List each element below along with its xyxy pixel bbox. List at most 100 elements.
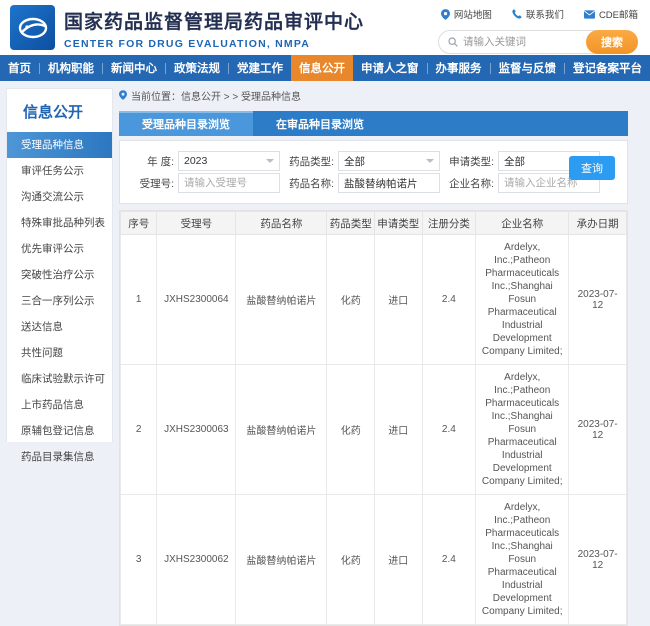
cell-apply-type: 进口 xyxy=(374,495,422,625)
drug-type-select[interactable]: 全部 xyxy=(338,151,440,171)
cell-acceptance-no: JXHS2300062 xyxy=(157,495,236,625)
main-content: 当前位置：信息公开 > > 受理品种信息 受理品种目录浏览 在审品种目录浏览 年… xyxy=(119,88,628,626)
cell-date: 2023-07-12 xyxy=(569,235,627,365)
accept-no-label: 受理号: xyxy=(126,176,174,191)
drug-type-select-value: 全部 xyxy=(344,154,365,169)
cell-date: 2023-07-12 xyxy=(569,495,627,625)
nav-item-supervision[interactable]: 监督与反馈 xyxy=(491,55,565,81)
cell-date: 2023-07-12 xyxy=(569,365,627,495)
header-right: 网站地图 联系我们 CDE邮箱 xyxy=(383,7,638,54)
cell-reg-class: 2.4 xyxy=(422,495,476,625)
sitemap-link[interactable]: 网站地图 xyxy=(441,7,492,21)
col-header-drug-name: 药品名称 xyxy=(236,212,327,235)
nav-item-functions[interactable]: 机构职能 xyxy=(40,55,102,81)
brand-block: 国家药品监督管理局药品审评中心 CENTER FOR DRUG EVALUATI… xyxy=(64,7,364,50)
results-table-container: 序号 受理号 药品名称 药品类型 申请类型 注册分类 企业名称 承办日期 1 J… xyxy=(119,210,628,626)
cell-index: 1 xyxy=(121,235,157,365)
sidebar-item-clinical-trial-approval[interactable]: 临床试验默示许可 xyxy=(7,366,112,392)
cell-drug-name: 盐酸替纳帕诺片 xyxy=(236,495,327,625)
cde-mail-link[interactable]: CDE邮箱 xyxy=(584,7,638,21)
cell-company: Ardelyx, Inc.;Patheon Pharmaceuticals In… xyxy=(476,365,569,495)
cell-reg-class: 2.4 xyxy=(422,365,476,495)
nav-item-info-disclosure[interactable]: 信息公开 xyxy=(291,55,353,81)
search-input[interactable] xyxy=(463,36,583,48)
apply-type-select-value: 全部 xyxy=(504,154,525,169)
sidebar-item-common-issues[interactable]: 共性问题 xyxy=(7,340,112,366)
swoosh-logo-icon xyxy=(16,11,50,45)
col-header-acceptance-no: 受理号 xyxy=(157,212,236,235)
nav-item-services[interactable]: 办事服务 xyxy=(428,55,490,81)
cell-drug-type: 化药 xyxy=(327,495,375,625)
sidebar-item-excipients-registration[interactable]: 原辅包登记信息 xyxy=(7,418,112,444)
company-label: 企业名称: xyxy=(446,176,494,191)
sidebar-item-accepted-varieties[interactable]: 受理品种信息 xyxy=(7,132,112,158)
sidebar-item-drug-catalog[interactable]: 药品目录集信息 xyxy=(7,444,112,470)
nav-item-registration-platform[interactable]: 登记备案平台 xyxy=(565,55,650,81)
sidebar: 信息公开 受理品种信息 审评任务公示 沟通交流公示 特殊审批品种列表 优先审评公… xyxy=(6,88,113,442)
tab-bar: 受理品种目录浏览 在审品种目录浏览 xyxy=(119,111,628,136)
search-button[interactable]: 搜索 xyxy=(586,30,638,54)
filter-row-1: 年 度: 2023 药品类型: 全部 申请类型: 全部 xyxy=(126,151,621,171)
tab-accepted-catalog[interactable]: 受理品种目录浏览 xyxy=(119,111,253,136)
site-header: 国家药品监督管理局药品审评中心 CENTER FOR DRUG EVALUATI… xyxy=(0,0,650,55)
col-header-company: 企业名称 xyxy=(476,212,569,235)
sidebar-item-breakthrough-therapy[interactable]: 突破性治疗公示 xyxy=(7,262,112,288)
year-select[interactable]: 2023 xyxy=(178,151,280,171)
cell-company: Ardelyx, Inc.;Patheon Pharmaceuticals In… xyxy=(476,235,569,365)
chevron-down-icon xyxy=(266,159,274,163)
accept-no-field-wrap xyxy=(178,173,280,193)
table-row: 2 JXHS2300063 盐酸替纳帕诺片 化药 进口 2.4 Ardelyx,… xyxy=(121,365,627,495)
sidebar-item-marketed-drugs[interactable]: 上市药品信息 xyxy=(7,392,112,418)
site-subtitle: CENTER FOR DRUG EVALUATION, NMPA xyxy=(64,38,364,50)
cell-index: 2 xyxy=(121,365,157,495)
contact-link[interactable]: 联系我们 xyxy=(512,7,564,21)
drug-name-field-wrap xyxy=(338,173,440,193)
cell-index: 3 xyxy=(121,495,157,625)
breadcrumb: 当前位置：信息公开 > > 受理品种信息 xyxy=(119,88,628,102)
year-select-value: 2023 xyxy=(184,155,207,167)
year-label: 年 度: xyxy=(126,154,174,169)
drug-name-input[interactable] xyxy=(344,177,434,189)
sidebar-item-priority-review[interactable]: 优先审评公示 xyxy=(7,236,112,262)
nav-item-policies[interactable]: 政策法规 xyxy=(166,55,228,81)
search-icon xyxy=(448,37,458,47)
cell-apply-type: 进口 xyxy=(374,235,422,365)
cell-apply-type: 进口 xyxy=(374,365,422,495)
nav-item-applicant[interactable]: 申请人之窗 xyxy=(353,55,427,81)
sidebar-title: 信息公开 xyxy=(7,89,112,132)
apply-type-label: 申请类型: xyxy=(446,154,494,169)
breadcrumb-text: 当前位置：信息公开 > > 受理品种信息 xyxy=(131,88,301,103)
drug-name-filter-group: 药品名称: xyxy=(286,173,440,193)
accept-no-filter-group: 受理号: xyxy=(126,173,280,193)
search-row: 搜索 xyxy=(383,30,638,54)
sitemap-link-label: 网站地图 xyxy=(454,7,492,21)
col-header-reg-class: 注册分类 xyxy=(422,212,476,235)
phone-icon xyxy=(512,9,522,19)
filter-row-2: 受理号: 药品名称: 企业名称: xyxy=(126,173,621,193)
cell-reg-class: 2.4 xyxy=(422,235,476,365)
cde-mail-link-label: CDE邮箱 xyxy=(599,7,638,21)
col-header-date: 承办日期 xyxy=(569,212,627,235)
sidebar-item-review-tasks[interactable]: 审评任务公示 xyxy=(7,158,112,184)
site-title: 国家药品监督管理局药品审评中心 xyxy=(64,7,364,34)
cell-drug-name: 盐酸替纳帕诺片 xyxy=(236,365,327,495)
map-pin-icon xyxy=(441,9,450,20)
col-header-apply-type: 申请类型 xyxy=(374,212,422,235)
cell-acceptance-no: JXHS2300063 xyxy=(157,365,236,495)
nav-item-news[interactable]: 新闻中心 xyxy=(103,55,165,81)
sidebar-item-delivery-info[interactable]: 送达信息 xyxy=(7,314,112,340)
table-row: 1 JXHS2300064 盐酸替纳帕诺片 化药 进口 2.4 Ardelyx,… xyxy=(121,235,627,365)
query-button[interactable]: 查询 xyxy=(569,156,615,180)
accept-no-input[interactable] xyxy=(184,177,274,189)
quick-links: 网站地图 联系我们 CDE邮箱 xyxy=(383,7,638,21)
tab-under-review-catalog[interactable]: 在审品种目录浏览 xyxy=(253,111,387,136)
location-pin-icon xyxy=(119,90,127,100)
sidebar-item-three-in-one[interactable]: 三合一序列公示 xyxy=(7,288,112,314)
nav-item-home[interactable]: 首页 xyxy=(0,55,39,81)
results-table: 序号 受理号 药品名称 药品类型 申请类型 注册分类 企业名称 承办日期 1 J… xyxy=(120,211,627,625)
cell-company: Ardelyx, Inc.;Patheon Pharmaceuticals In… xyxy=(476,495,569,625)
sidebar-item-communication[interactable]: 沟通交流公示 xyxy=(7,184,112,210)
col-header-index: 序号 xyxy=(121,212,157,235)
sidebar-item-special-approval[interactable]: 特殊审批品种列表 xyxy=(7,210,112,236)
nav-item-party[interactable]: 党建工作 xyxy=(229,55,291,81)
